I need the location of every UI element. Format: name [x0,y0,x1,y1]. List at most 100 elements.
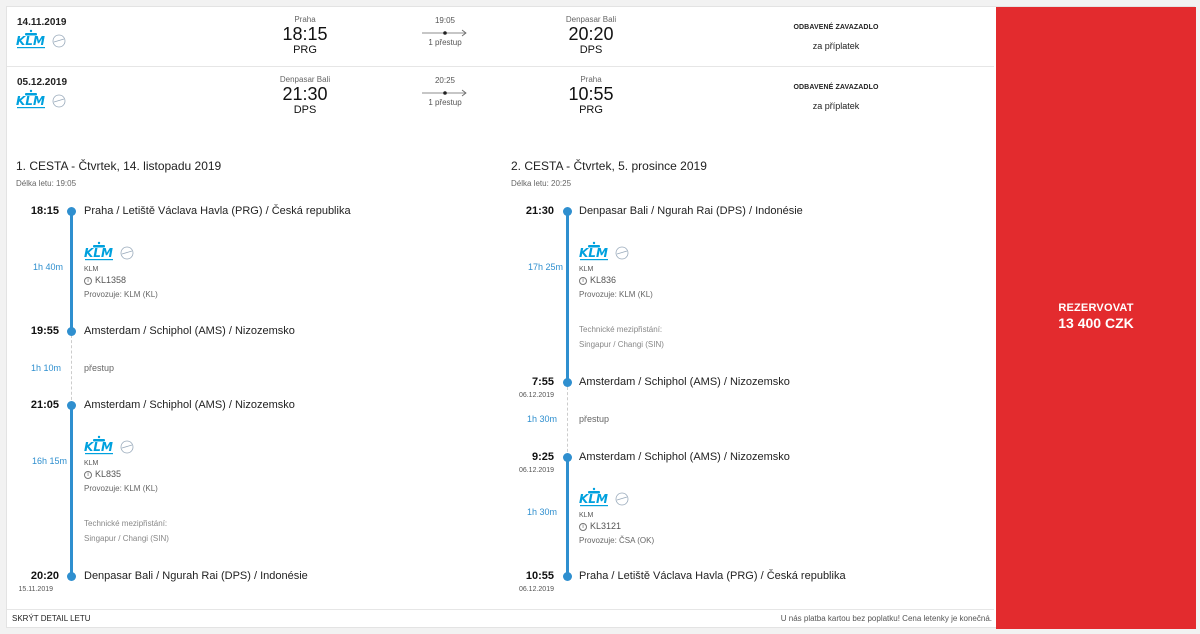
flight-duration: 1h 30m [526,507,557,517]
timeline-dot [563,378,572,387]
summary-row-return[interactable]: 05.12.2019 KLM Denpasar Bali 21:30 DPS 2… [7,67,994,127]
book-price: 13 400 CZK [1058,315,1134,331]
departure-time: 18:15 [282,24,328,44]
station-time: 10:55 [525,570,554,582]
station-time: 21:30 [525,205,554,217]
timeline-dot [563,453,572,462]
station-time: 20:20 [30,570,59,582]
divider [7,609,994,610]
timeline-dot [67,207,76,216]
svg-text:KLM: KLM [16,34,45,48]
flight-number[interactable]: i KL1358 [84,275,126,285]
leg-length: Délka letu: 19:05 [16,179,77,188]
layover-duration: 1h 30m [526,414,557,424]
station-date: 15.11.2019 [18,586,53,593]
station-date: 06.12.2019 [518,392,554,399]
baggage-title: ODBAVENÉ ZAVAZADLO [793,84,879,91]
arrow-right-icon [422,89,467,97]
timeline-segment [70,212,73,331]
station-time: 21:05 [30,399,59,411]
operated-by: Provozuje: ČSA (OK) [579,536,655,545]
arrival-code: PRG [579,104,603,116]
layover-duration: 1h 10m [30,363,61,373]
info-icon[interactable]: i [579,522,587,531]
departure-city: Denpasar Bali [279,75,331,84]
svg-text:KLM: KLM [84,440,113,454]
route-arrow: 19:05 1 přestup [415,16,475,47]
baggage-note: za příplatek [812,41,860,51]
operated-by: Provozuje: KLM (KL) [579,290,653,299]
klm-logo-icon: KLM [579,241,629,261]
arrival-code: DPS [579,44,603,56]
svg-text:KLM: KLM [579,246,608,260]
technical-stop-label: Technické mezipřistání: [84,519,168,528]
payment-note: U nás platba kartou bez poplatku! Cena l… [780,614,992,623]
departure-block: Denpasar Bali 21:30 DPS [235,75,375,116]
svg-text:KLM: KLM [84,246,113,260]
flight-number-text: KL1358 [95,275,127,285]
operated-by: Provozuje: KLM (KL) [84,290,158,299]
info-icon[interactable]: i [84,276,92,285]
flight-duration: 17h 25m [527,262,563,272]
flight-duration: 1h 40m [32,262,63,272]
technical-stop-label: Technické mezipřistání: [579,325,663,334]
timeline-layover [71,335,72,405]
trip-duration: 20:25 [434,76,456,85]
timeline-segment [566,212,569,382]
carrier-name: KLM [579,266,594,273]
station-name: Amsterdam / Schiphol (AMS) / Nizozemsko [84,325,295,337]
stops-count: 1 přestup [428,98,462,107]
svg-text:KLM: KLM [16,94,45,108]
timeline-dot [67,401,76,410]
arrival-block: Praha 10:55 PRG [521,75,661,116]
timeline-dot [67,572,76,581]
carrier-name: KLM [84,266,99,273]
hide-details-link[interactable]: SKRÝT DETAIL LETU [12,614,91,623]
flight-number[interactable]: i KL3121 [579,521,621,531]
station-date: 06.12.2019 [518,467,554,474]
arrival-city: Denpasar Bali [565,15,617,24]
timeline-segment [566,457,569,576]
departure-code: DPS [293,104,317,116]
leg-title: 1. CESTA - Čtvrtek, 14. listopadu 2019 [16,159,222,173]
timeline-layover [567,387,568,457]
flight-number[interactable]: i KL835 [84,469,121,479]
timeline-dot [563,572,572,581]
station-name: Amsterdam / Schiphol (AMS) / Nizozemsko [579,376,790,388]
flight-number[interactable]: i KL836 [579,275,616,285]
station-name: Praha / Letiště Václava Havla (PRG) / Če… [579,570,846,582]
klm-logo-icon: KLM [84,435,134,455]
departure-code: PRG [293,44,317,56]
layover-label: přestup [84,363,115,373]
arrival-city: Praha [580,75,602,84]
book-button[interactable]: REZERVOVAT 13 400 CZK [996,7,1196,629]
summary-date: 14.11.2019 [17,17,67,28]
flight-duration: 16h 15m [31,456,67,466]
info-icon[interactable]: i [84,470,92,479]
carrier-name: KLM [84,460,99,467]
timeline-dot [67,327,76,336]
klm-logo-icon: KLM [84,241,134,261]
leg-length: Délka letu: 20:25 [511,179,572,188]
klm-logo-icon: KLM [16,89,66,109]
departure-city: Praha [294,15,316,24]
technical-stop-value: Singapur / Changi (SIN) [579,340,664,349]
baggage-info: ODBAVENÉ ZAVAZADLO za příplatek [766,84,906,111]
info-icon[interactable]: i [579,276,587,285]
layover-label: přestup [579,414,610,424]
baggage-note: za příplatek [812,101,860,111]
route-arrow: 20:25 1 přestup [415,76,475,107]
station-date: 06.12.2019 [518,586,554,593]
baggage-info: ODBAVENÉ ZAVAZADLO za příplatek [766,24,906,51]
svg-text:KLM: KLM [579,492,608,506]
baggage-title: ODBAVENÉ ZAVAZADLO [793,24,879,31]
station-time: 19:55 [30,325,59,337]
leg-title: 2. CESTA - Čtvrtek, 5. prosince 2019 [511,159,707,173]
summary-row-outbound[interactable]: 14.11.2019 KLM Praha 18:15 PRG 19:05 1 p… [7,7,994,67]
klm-logo-icon: KLM [16,29,66,49]
station-time: 9:25 [531,451,554,463]
carrier-name: KLM [579,512,594,519]
trip-duration: 19:05 [434,16,456,25]
summary-date: 05.12.2019 [17,77,68,88]
station-time: 7:55 [531,376,554,388]
